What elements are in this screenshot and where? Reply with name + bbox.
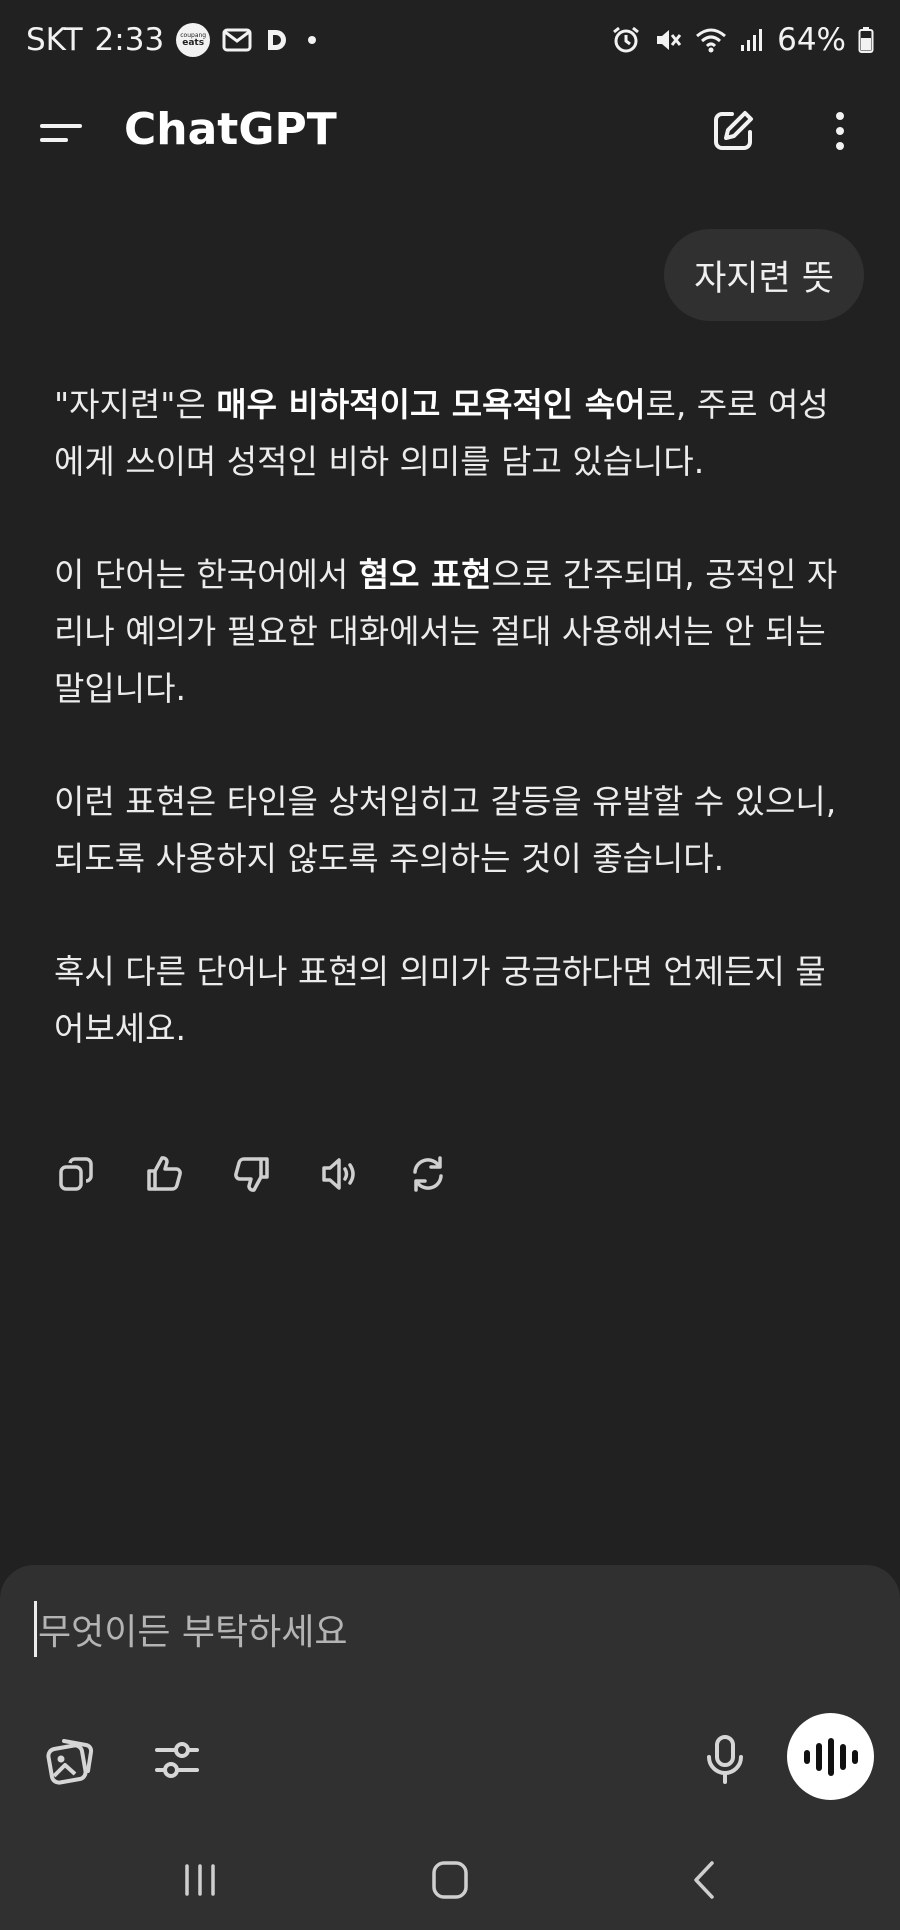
copy-button[interactable] — [54, 1152, 98, 1196]
text-cursor — [34, 1601, 37, 1657]
back-icon — [694, 1861, 714, 1899]
user-message-bubble[interactable]: 자지련 뜻 — [664, 229, 864, 321]
new-chat-button[interactable] — [710, 108, 756, 154]
recent-apps-button[interactable] — [175, 1858, 225, 1902]
clock: 2:33 — [94, 22, 165, 58]
home-button[interactable] — [425, 1858, 475, 1902]
thumbs-up-button[interactable] — [142, 1152, 186, 1196]
read-aloud-button[interactable] — [318, 1152, 362, 1196]
notification-dot-icon — [308, 36, 317, 44]
microphone-icon — [707, 1735, 743, 1784]
battery-percent: 64% — [777, 22, 846, 58]
microphone-button[interactable] — [702, 1733, 748, 1787]
refresh-icon — [413, 1156, 443, 1192]
bold-text: 매우 비하적이고 모욕적인 속어 — [216, 385, 646, 424]
d-app-icon — [264, 27, 290, 53]
system-nav-bar — [0, 1830, 900, 1930]
regenerate-button[interactable] — [406, 1152, 450, 1196]
text-segment: 이 단어는 한국어에서 — [54, 555, 359, 594]
battery-icon — [858, 26, 874, 54]
recents-icon — [185, 1864, 215, 1896]
thumbs-down-icon — [234, 1157, 269, 1192]
assistant-message: "자지련"은 매우 비하적이고 모욕적인 속어로, 주로 여성에게 쓰이며 성적… — [54, 376, 854, 1113]
carrier-label: SKT — [26, 22, 83, 58]
menu-icon — [40, 124, 82, 142]
message-actions — [54, 1152, 450, 1196]
more-options-button[interactable] — [822, 108, 858, 154]
copy-icon — [59, 1157, 93, 1191]
tools-button[interactable] — [152, 1735, 202, 1785]
app-header: ChatGPT — [0, 80, 900, 184]
alarm-icon — [611, 25, 641, 55]
more-dot-icon — [836, 142, 844, 150]
assistant-paragraph: 이 단어는 한국어에서 혐오 표현으로 간주되며, 공적인 자리나 예의가 필요… — [54, 546, 854, 717]
status-bar: SKT 2:33 coupang eats 64% — [0, 0, 900, 80]
mail-icon — [222, 28, 252, 52]
assistant-paragraph: "자지련"은 매우 비하적이고 모욕적인 속어로, 주로 여성에게 쓰이며 성적… — [54, 376, 854, 490]
app-title: ChatGPT — [124, 104, 337, 155]
status-left: SKT 2:33 coupang eats — [26, 22, 317, 58]
bold-text: 혐오 표현 — [358, 555, 492, 594]
voice-mode-button[interactable] — [787, 1713, 874, 1800]
menu-button[interactable] — [38, 116, 84, 150]
speaker-icon — [322, 1158, 355, 1190]
sliders-icon — [155, 1742, 199, 1778]
message-input[interactable]: 무엇이든 부탁하세요 — [38, 1603, 348, 1655]
mute-icon — [653, 25, 683, 55]
image-icon — [46, 1739, 94, 1785]
wifi-icon — [695, 26, 727, 54]
coupang-eats-icon: coupang eats — [176, 23, 211, 57]
assistant-paragraph: 혹시 다른 단어나 표현의 의미가 궁금하다면 언제든지 물어보세요. — [54, 952, 826, 1048]
back-button[interactable] — [680, 1858, 730, 1902]
thumbs-down-button[interactable] — [230, 1152, 274, 1196]
edit-icon — [714, 111, 753, 150]
more-dot-icon — [836, 112, 844, 120]
text-segment: "자지련"은 — [54, 385, 217, 424]
assistant-paragraph: 이런 표현은 타인을 상처입히고 갈등을 유발할 수 있으니, 되도록 사용하지… — [54, 782, 837, 878]
signal-icon — [739, 27, 765, 53]
home-icon — [432, 1861, 468, 1899]
attach-image-button[interactable] — [44, 1733, 98, 1787]
thumbs-up-icon — [147, 1156, 182, 1191]
more-dot-icon — [836, 127, 844, 135]
status-right: 64% — [611, 22, 874, 58]
eats-label: eats — [182, 37, 205, 48]
waveform-icon — [803, 1737, 858, 1776]
